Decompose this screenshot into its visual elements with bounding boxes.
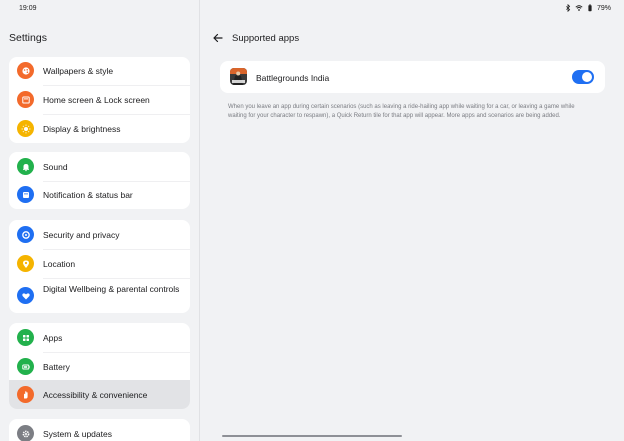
settings-group-personalization: Wallpapers & style Home screen & Lock sc… — [9, 57, 190, 143]
sidebar-item-display[interactable]: Display & brightness — [9, 115, 190, 143]
sidebar-item-label: Apps — [43, 333, 63, 343]
battery-icon — [17, 358, 34, 375]
settings-title: Settings — [9, 32, 47, 44]
back-arrow-icon[interactable] — [212, 32, 224, 44]
sidebar-item-sound[interactable]: Sound — [9, 152, 190, 180]
settings-group-sound: Sound Notification & status bar — [9, 152, 190, 209]
sidebar-item-label: Display & brightness — [43, 124, 121, 134]
toggle-knob — [582, 72, 592, 82]
sidebar-item-label: Wallpapers & style — [43, 66, 114, 76]
sidebar-item-label: System & updates — [43, 429, 112, 439]
sidebar-item-system[interactable]: System & updates — [9, 419, 190, 441]
sidebar-item-home-screen[interactable]: Home screen & Lock screen — [9, 86, 190, 114]
notification-icon — [17, 186, 34, 203]
heart-icon — [17, 287, 34, 304]
hand-icon — [17, 386, 34, 403]
sidebar-item-digital-wellbeing[interactable]: Digital Wellbeing & parental controls — [9, 279, 190, 313]
sidebar-item-label: Battery — [43, 362, 70, 372]
shield-icon — [17, 226, 34, 243]
sidebar-item-wallpapers[interactable]: Wallpapers & style — [9, 57, 190, 85]
sidebar-item-label: Home screen & Lock screen — [43, 95, 150, 105]
settings-group-privacy: Security and privacy Location Digital We… — [9, 220, 190, 313]
sidebar-item-label: Security and privacy — [43, 230, 120, 240]
detail-pane: Supported apps Battlegrounds India When … — [200, 0, 624, 441]
sidebar-item-accessibility[interactable]: Accessibility & convenience — [9, 380, 190, 409]
app-name: Battlegrounds India — [256, 73, 330, 83]
home-screen-icon — [17, 91, 34, 108]
app-toggle[interactable] — [572, 70, 594, 84]
settings-group-system: System & updates — [9, 419, 190, 441]
sidebar-item-label: Location — [43, 259, 76, 269]
home-indicator[interactable] — [222, 435, 402, 437]
bell-icon — [17, 158, 34, 175]
sun-icon — [17, 120, 34, 137]
apps-grid-icon — [17, 329, 34, 346]
sidebar-item-battery[interactable]: Battery — [9, 352, 190, 380]
sidebar-item-notifications[interactable]: Notification & status bar — [9, 181, 190, 209]
sidebar-item-location[interactable]: Location — [9, 250, 190, 278]
page-title: Supported apps — [232, 33, 300, 44]
app-row[interactable]: Battlegrounds India — [220, 61, 605, 93]
description-text: When you leave an app during certain sce… — [228, 104, 575, 119]
app-icon — [230, 68, 247, 85]
palette-icon — [17, 62, 34, 79]
sidebar-item-apps[interactable]: Apps — [9, 323, 190, 351]
sidebar-item-security[interactable]: Security and privacy — [9, 220, 190, 249]
sidebar-item-label: Sound — [43, 162, 68, 172]
sidebar-item-label: Notification & status bar — [43, 190, 133, 200]
sidebar-item-label: Digital Wellbeing & parental controls — [43, 284, 180, 294]
gear-icon — [17, 425, 34, 441]
settings-sidebar: Settings Wallpapers & style Home screen … — [0, 0, 200, 441]
sidebar-item-label: Accessibility & convenience — [43, 390, 148, 400]
location-pin-icon — [17, 255, 34, 272]
settings-group-apps: Apps Battery Accessibility & convenience — [9, 323, 190, 409]
